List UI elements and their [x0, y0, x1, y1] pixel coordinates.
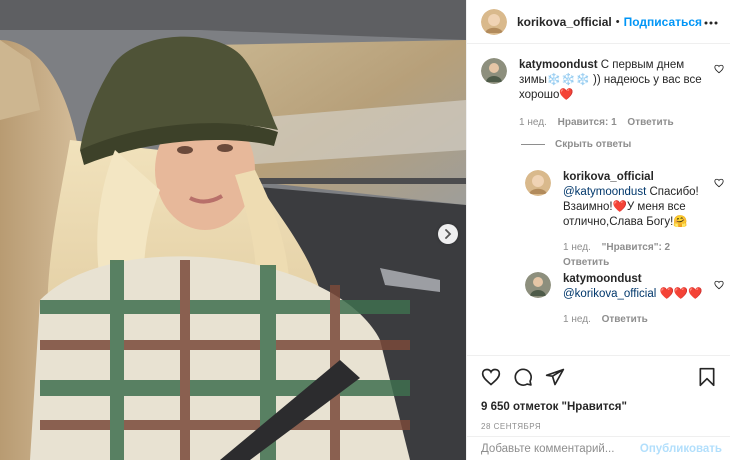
header-separator: •: [615, 15, 620, 28]
save-button[interactable]: [698, 367, 716, 387]
like-comment-button[interactable]: [714, 64, 724, 77]
likes-count[interactable]: 9 650 отметок "Нравится": [481, 401, 716, 413]
reply-likes[interactable]: "Нравится": 2: [602, 242, 671, 253]
bookmark-icon: [699, 367, 715, 387]
hide-replies-label: Скрыть ответы: [555, 139, 632, 150]
photo-image: [0, 0, 466, 460]
reply-username[interactable]: katymoondust: [563, 273, 642, 285]
commenter-avatar[interactable]: [481, 58, 507, 84]
more-icon: [704, 21, 718, 24]
follow-button[interactable]: Подписаться: [624, 15, 702, 29]
heart-icon: [714, 178, 724, 188]
comment-input[interactable]: [481, 442, 640, 455]
comment-icon: [514, 368, 532, 386]
reply-time[interactable]: 1 нед.: [563, 314, 591, 325]
reply-reply-button[interactable]: Ответить: [602, 314, 648, 325]
publish-button[interactable]: Опубликовать: [640, 443, 722, 455]
author-username[interactable]: korikova_official: [517, 15, 612, 29]
reply-time[interactable]: 1 нед.: [563, 242, 591, 253]
reply-mention[interactable]: @katymoondust: [563, 186, 646, 198]
heart-icon: [714, 280, 724, 290]
post-header: korikova_official • Подписаться: [467, 0, 730, 44]
reply-button[interactable]: Ответить: [627, 117, 673, 128]
comment-time[interactable]: 1 нед.: [519, 117, 547, 128]
add-comment-bar: Опубликовать: [467, 436, 730, 460]
post-photo[interactable]: [0, 0, 466, 460]
post-date[interactable]: 28 СЕНТЯБРЯ: [481, 422, 716, 431]
like-reply-button[interactable]: [714, 280, 724, 293]
hide-replies-divider: [521, 144, 545, 145]
reply-item: katymoondust @korikova_official ❤️❤️❤️ 1…: [525, 272, 705, 327]
more-options-button[interactable]: [704, 16, 718, 28]
reply-reply-button[interactable]: Ответить: [563, 257, 609, 268]
reply-text: ❤️❤️❤️: [656, 288, 703, 300]
comment-likes[interactable]: Нравится: 1: [558, 117, 617, 128]
chevron-right-icon: [445, 229, 452, 239]
like-button[interactable]: [481, 367, 501, 387]
heart-icon: [481, 368, 501, 386]
reply-item: korikova_official @katymoondust Спасибо!…: [525, 170, 705, 270]
hide-replies-button[interactable]: Скрыть ответы: [521, 139, 631, 150]
comments-list: katymoondust С первым днем зимы❄️❄️❄️ ))…: [467, 50, 730, 350]
heart-icon: [714, 64, 724, 74]
share-button[interactable]: [545, 367, 565, 387]
reply-author-avatar[interactable]: [525, 170, 551, 196]
like-reply-button[interactable]: [714, 178, 724, 191]
comment-item: katymoondust С первым днем зимы❄️❄️❄️ ))…: [481, 58, 711, 130]
reply-username[interactable]: korikova_official: [563, 171, 654, 183]
reply-author-avatar[interactable]: [525, 272, 551, 298]
comment-username[interactable]: katymoondust: [519, 59, 598, 71]
comment-button[interactable]: [513, 367, 533, 387]
author-avatar[interactable]: [481, 8, 507, 35]
reply-mention[interactable]: @korikova_official: [563, 288, 656, 300]
post-actions: 9 650 отметок "Нравится" 28 СЕНТЯБРЯ: [467, 355, 730, 431]
post-panel: korikova_official • Подписаться katymoon…: [466, 0, 730, 460]
share-icon: [545, 368, 565, 386]
next-photo-button[interactable]: [438, 224, 458, 244]
